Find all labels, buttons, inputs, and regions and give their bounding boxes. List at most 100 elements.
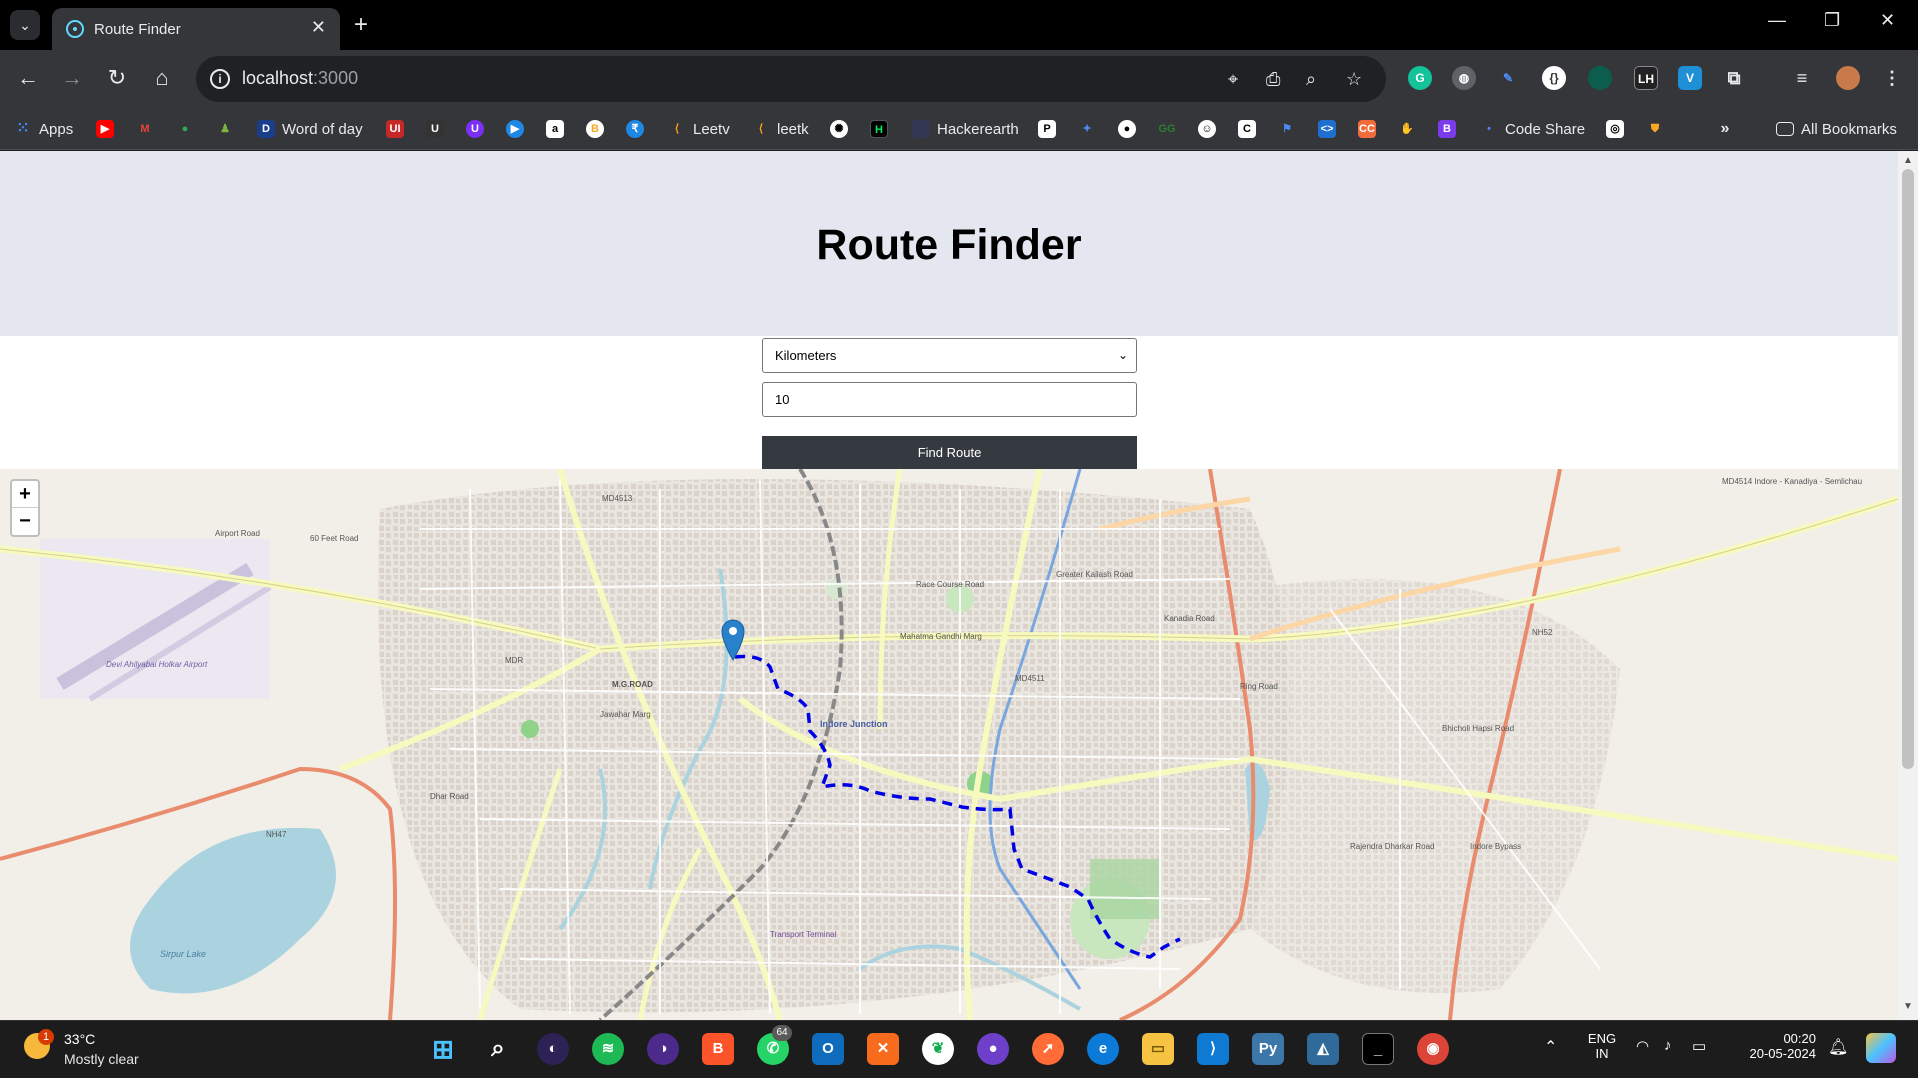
terminal-icon[interactable]: _ <box>1362 1033 1394 1065</box>
close-window-button[interactable]: ✕ <box>1880 10 1895 31</box>
outlook-icon[interactable]: O <box>812 1033 844 1065</box>
copilot-icon[interactable] <box>1866 1033 1896 1063</box>
tray-chevron-up-icon[interactable]: ⌃ <box>1544 1037 1557 1057</box>
code-icon[interactable]: <> <box>1318 120 1336 138</box>
amazon-icon[interactable]: a <box>546 120 564 138</box>
flag-icon[interactable]: ⚑ <box>1278 120 1296 138</box>
hand-icon[interactable]: ✋ <box>1398 120 1416 138</box>
distance-input[interactable]: 10 <box>762 382 1137 417</box>
maps-icon[interactable]: ● <box>176 120 194 138</box>
bootstrap-icon[interactable]: B <box>1438 120 1456 138</box>
target-icon[interactable]: ◎ <box>1606 120 1624 138</box>
unit-select[interactable]: Kilometers ⌄ <box>762 338 1137 373</box>
json-extension-icon[interactable]: {} <box>1542 66 1566 90</box>
scroll-up-arrow-icon[interactable]: ▲ <box>1903 155 1913 166</box>
new-tab-button[interactable]: + <box>354 11 368 39</box>
p-icon[interactable]: P <box>1038 120 1056 138</box>
address-bar[interactable]: i localhost:3000 ⌖ ⎙ ⌕ ☆ <box>196 56 1386 102</box>
figure-icon[interactable]: ♟ <box>216 120 234 138</box>
v-extension-icon[interactable]: V <box>1678 66 1702 90</box>
xampp-icon[interactable]: ✕ <box>867 1033 899 1065</box>
scroll-down-arrow-icon[interactable]: ▼ <box>1903 1001 1913 1012</box>
spotify-icon[interactable]: ≋ <box>592 1033 624 1065</box>
bookmark-apps[interactable]: ⁙ Apps <box>14 117 73 141</box>
rupee-icon[interactable]: ₹ <box>626 120 644 138</box>
gmail-icon[interactable]: M <box>136 120 154 138</box>
ui-icon[interactable]: UI <box>386 120 404 138</box>
zoom-out-button[interactable]: − <box>12 508 38 535</box>
globe-extension-icon[interactable]: ◍ <box>1452 66 1476 90</box>
gemini-icon[interactable]: ✦ <box>1078 120 1096 138</box>
bookmark-word-of-day[interactable]: D Word of day <box>257 117 363 141</box>
tab-close-icon[interactable]: ✕ <box>311 17 326 38</box>
bookmark-star-icon[interactable]: ☆ <box>1346 69 1362 90</box>
search-icon[interactable]: ⌕ <box>482 1033 514 1065</box>
forward-button[interactable]: → <box>58 65 86 91</box>
page-scrollbar[interactable]: ▲ ▼ <box>1898 151 1918 1020</box>
u-circle-icon[interactable]: U <box>426 120 444 138</box>
hackerrank-icon[interactable]: H <box>870 120 888 138</box>
bookmark-leetk[interactable]: ⟨ leetk <box>752 117 809 141</box>
chrome-menu-icon[interactable]: ⋮ <box>1880 66 1904 90</box>
bookmark-all-bookmarks[interactable]: All Bookmarks <box>1776 117 1897 141</box>
github-icon[interactable]: ● <box>1118 120 1136 138</box>
gfg-icon[interactable]: GG <box>1158 120 1176 138</box>
extensions-puzzle-icon[interactable]: ⧉ <box>1722 66 1746 90</box>
grammarly-extension-icon[interactable]: G <box>1408 66 1432 90</box>
reload-button[interactable]: ↻ <box>103 65 131 91</box>
restore-button[interactable]: ❐ <box>1824 10 1840 31</box>
smiley-icon[interactable]: ☺ <box>1198 120 1216 138</box>
location-icon[interactable]: ⌖ <box>1228 69 1238 90</box>
volume-icon[interactable]: ♪ <box>1664 1037 1672 1054</box>
profile-avatar[interactable] <box>1836 66 1860 90</box>
app-moon-icon[interactable]: ◑ <box>647 1033 679 1065</box>
home-button[interactable]: ⌂ <box>148 65 176 91</box>
mongodb-icon[interactable]: ❦ <box>922 1033 954 1065</box>
play-circle-icon[interactable]: ▶ <box>506 120 524 138</box>
map[interactable]: Devi Ahilyabai Holkar Airport Indore Jun… <box>0 469 1898 1020</box>
zoom-icon[interactable]: ⌕ <box>1306 69 1316 90</box>
workbench-icon[interactable]: ◭ <box>1307 1033 1339 1065</box>
pen-extension-icon[interactable]: ✎ <box>1496 66 1520 90</box>
browser-tab-active[interactable]: Route Finder ✕ <box>52 8 340 50</box>
postman-icon[interactable]: ➚ <box>1032 1033 1064 1065</box>
scrollbar-thumb[interactable] <box>1902 169 1914 769</box>
clock[interactable]: 00:20 20-05-2024 <box>1730 1031 1817 1061</box>
c-icon[interactable]: C <box>1238 120 1256 138</box>
shield-icon[interactable]: ⛊ <box>1646 120 1664 138</box>
cc-icon[interactable]: CC <box>1358 120 1376 138</box>
tab-search-button[interactable]: ⌄ <box>10 10 40 40</box>
edge-icon[interactable]: e <box>1087 1033 1119 1065</box>
python-icon[interactable]: Py <box>1252 1033 1284 1065</box>
dark-extension-icon[interactable] <box>1588 66 1612 90</box>
vscode-icon[interactable]: ⟩ <box>1197 1033 1229 1065</box>
openai-icon[interactable]: ✺ <box>830 120 848 138</box>
eclipse-icon[interactable]: ◐ <box>537 1033 569 1065</box>
github-desktop-icon[interactable]: ● <box>977 1033 1009 1065</box>
b-circle-icon[interactable]: B <box>586 120 604 138</box>
find-route-button[interactable]: Find Route <box>762 436 1137 469</box>
brave-icon[interactable]: B <box>702 1033 734 1065</box>
zoom-in-button[interactable]: + <box>12 481 38 508</box>
bookmark-hackerearth[interactable]: Hackerearth <box>912 117 1019 141</box>
wifi-icon[interactable]: ◠ <box>1636 1037 1649 1055</box>
bookmark-code-share[interactable]: • Code Share <box>1480 117 1585 141</box>
back-button[interactable]: ← <box>14 65 42 91</box>
media-control-icon[interactable]: ≡ <box>1790 66 1814 90</box>
install-app-icon[interactable]: ⎙ <box>1266 69 1280 90</box>
file-explorer-icon[interactable]: ▭ <box>1142 1033 1174 1065</box>
map-label-mahatma-gandhi-marg: Mahatma Gandhi Marg <box>900 632 982 641</box>
chrome-icon[interactable]: ◉ <box>1417 1033 1449 1065</box>
site-info-icon[interactable]: i <box>210 69 230 89</box>
lighthouse-extension-icon[interactable]: LH <box>1634 66 1658 90</box>
more-bookmarks-icon[interactable]: » <box>1716 120 1734 138</box>
apps-grid-icon: ⁙ <box>16 120 30 137</box>
minimize-button[interactable]: — <box>1768 10 1786 31</box>
battery-icon[interactable]: ▭ <box>1692 1037 1706 1055</box>
start-button-windows-icon[interactable]: ⊞ <box>427 1033 459 1065</box>
bookmark-leetv[interactable]: ⟨ Leetv <box>668 117 730 141</box>
notification-bell-icon[interactable]: 🔔︎ <box>1828 1037 1848 1057</box>
language-indicator[interactable]: ENG IN <box>1582 1031 1622 1061</box>
youtube-icon[interactable]: ▶ <box>96 120 114 138</box>
purple-circle-icon[interactable]: U <box>466 120 484 138</box>
